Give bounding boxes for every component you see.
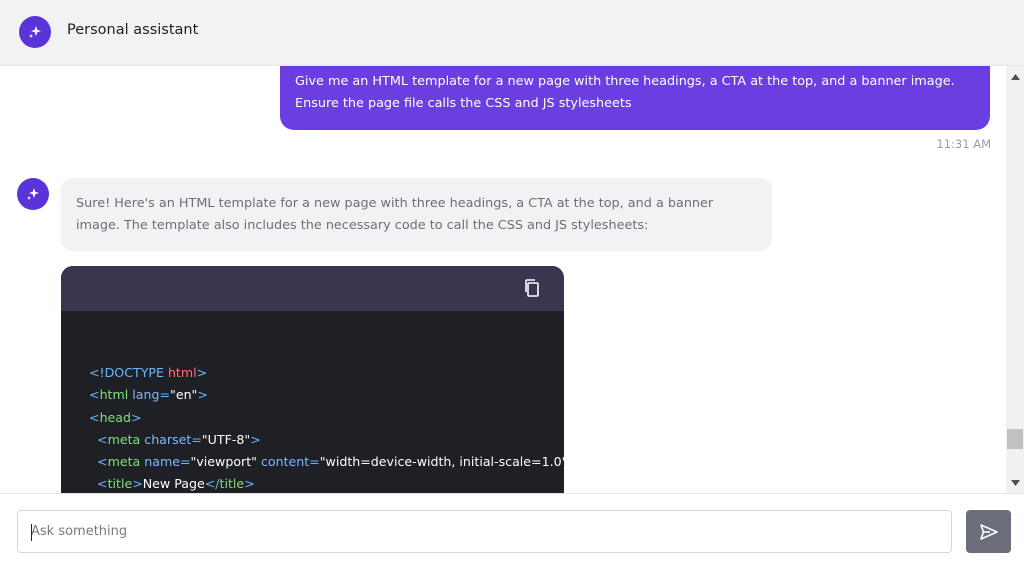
sparkle-icon xyxy=(27,188,39,200)
code-line: <head> xyxy=(89,409,142,425)
code-block: <!DOCTYPE html> <html lang="en"> <head> <m… xyxy=(61,266,564,493)
user-message: Give me an HTML template for a new page … xyxy=(280,66,990,130)
message-timestamp: 11:31 AM xyxy=(936,137,991,151)
chat-header: Personal assistant xyxy=(0,0,1024,66)
send-button[interactable] xyxy=(966,510,1011,553)
message-composer xyxy=(0,493,1024,566)
code-block-header xyxy=(61,266,564,311)
send-icon xyxy=(979,523,998,540)
assistant-avatar xyxy=(17,178,49,210)
code-content: <!DOCTYPE html> <html lang="en"> <head> <m… xyxy=(61,311,564,493)
code-line: <html lang="en"> xyxy=(89,387,208,403)
message-input[interactable] xyxy=(17,510,952,553)
sparkle-icon xyxy=(29,26,41,38)
chat-scrollbar[interactable] xyxy=(1006,66,1024,493)
scroll-down-button[interactable] xyxy=(1006,474,1024,492)
copy-code-button[interactable] xyxy=(523,278,541,298)
scroll-thumb[interactable] xyxy=(1007,429,1023,449)
message-list[interactable]: Give me an HTML template for a new page … xyxy=(0,66,1006,493)
chat-title: Personal assistant xyxy=(67,22,199,38)
triangle-up-icon xyxy=(1010,74,1020,80)
code-line: <meta charset="UTF-8"> xyxy=(97,431,261,447)
text-cursor xyxy=(31,524,32,541)
assistant-message: Sure! Here's an HTML template for a new … xyxy=(61,178,772,251)
triangle-down-icon xyxy=(1010,480,1020,486)
code-line: <meta name="viewport" content="width=dev… xyxy=(97,454,564,470)
code-line: <title>New Page</title> xyxy=(97,476,255,492)
copy-icon xyxy=(525,279,539,297)
assistant-avatar xyxy=(19,16,51,48)
scroll-up-button[interactable] xyxy=(1006,68,1024,86)
code-line: <!DOCTYPE html> xyxy=(89,365,208,381)
